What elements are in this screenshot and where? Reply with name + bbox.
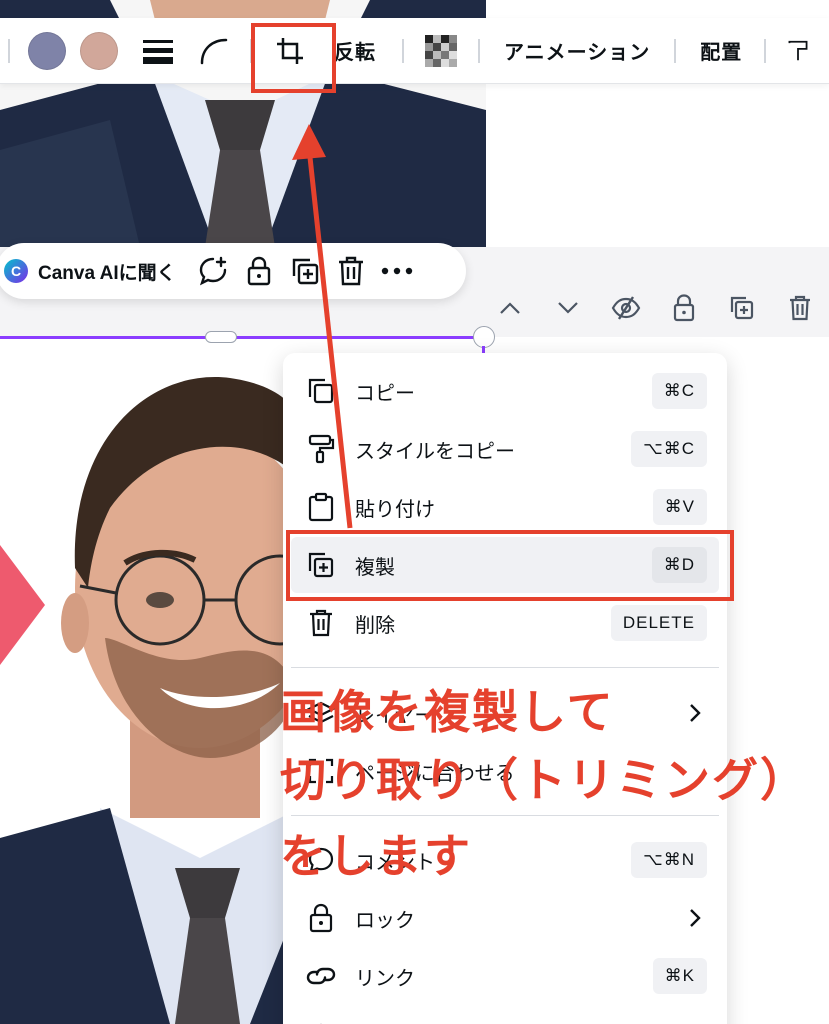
lock-icon bbox=[247, 256, 270, 286]
toolbar-divider bbox=[764, 38, 767, 63]
border-style-icon bbox=[143, 39, 173, 64]
duplicate-icon bbox=[730, 296, 754, 320]
duplicate-page-button[interactable] bbox=[720, 288, 764, 328]
shortcut-badge: ⌘V bbox=[652, 489, 707, 525]
more-dots-icon bbox=[381, 267, 412, 275]
transparency-button[interactable] bbox=[424, 34, 458, 68]
menu-item-paste[interactable]: 貼り付け ⌘V bbox=[291, 479, 719, 535]
chevron-down-icon bbox=[558, 302, 578, 314]
color-swatch-2[interactable] bbox=[80, 31, 118, 70]
more-options-button[interactable] bbox=[374, 251, 420, 291]
flip-button[interactable]: 反転 bbox=[334, 36, 376, 65]
copy-icon bbox=[305, 375, 337, 407]
trash-icon bbox=[790, 295, 810, 321]
menu-item-label: リンク bbox=[355, 967, 415, 990]
delete-button[interactable] bbox=[328, 251, 374, 291]
menu-item-label: スタイルをコピー bbox=[355, 440, 515, 463]
swatch-circle bbox=[28, 31, 66, 70]
corner-radius-button[interactable] bbox=[194, 31, 234, 71]
shortcut-badge: ⌘K bbox=[652, 958, 707, 994]
menu-item-label: コピー bbox=[355, 382, 415, 405]
comment-plus-icon bbox=[199, 256, 226, 286]
lock-button[interactable] bbox=[236, 251, 282, 291]
duplicate-button[interactable] bbox=[282, 251, 328, 291]
menu-item-label: ロック bbox=[355, 909, 415, 932]
duplicate-highlight-box bbox=[286, 530, 734, 601]
shortcut-badge: ⌥⌘N bbox=[631, 842, 707, 878]
toolbar-divider bbox=[674, 38, 677, 63]
toolbar-divider bbox=[402, 38, 404, 63]
element-toolbar: 反転 アニメーション 配置 bbox=[0, 18, 829, 84]
move-page-up-button[interactable] bbox=[488, 288, 532, 328]
menu-item-delete[interactable]: 削除 DELETE bbox=[291, 595, 719, 651]
lock-icon bbox=[673, 294, 695, 322]
animation-button[interactable]: アニメーション bbox=[504, 36, 650, 65]
add-comment-button[interactable] bbox=[190, 251, 236, 291]
menu-divider bbox=[291, 667, 719, 668]
shortcut-badge: ⌥⌘C bbox=[631, 431, 707, 467]
menu-item-link[interactable]: リンク ⌘K bbox=[291, 948, 719, 1004]
more-tools-button[interactable] bbox=[788, 31, 808, 71]
delete-page-button[interactable] bbox=[778, 288, 822, 328]
portrait-photo-duplicate[interactable] bbox=[0, 338, 300, 1024]
menu-item-lock[interactable]: ロック bbox=[291, 890, 719, 946]
menu-item-copy-style[interactable]: スタイルをコピー ⌥⌘C bbox=[291, 421, 719, 477]
menu-item-copy[interactable]: コピー ⌘C bbox=[291, 363, 719, 419]
shortcut-badge: ⌘C bbox=[651, 373, 707, 409]
style-paint-icon bbox=[788, 40, 808, 60]
lock-icon bbox=[305, 902, 337, 934]
swatch-circle bbox=[80, 31, 118, 70]
red-triangle-decoration bbox=[0, 545, 45, 665]
menu-item-more[interactable] bbox=[291, 1008, 719, 1024]
move-page-down-button[interactable] bbox=[546, 288, 590, 328]
shortcut-badge: DELETE bbox=[610, 605, 707, 641]
corner-resize-handle[interactable] bbox=[473, 326, 495, 348]
annotation-text-line-1: 画像を複製して bbox=[280, 686, 615, 738]
chevron-up-icon bbox=[500, 302, 520, 314]
chevron-right-icon bbox=[690, 704, 701, 722]
lock-page-button[interactable] bbox=[662, 288, 706, 328]
resize-handle[interactable] bbox=[205, 331, 237, 343]
corner-radius-icon bbox=[200, 38, 228, 64]
duplicate-icon bbox=[292, 258, 318, 285]
color-swatch-1[interactable] bbox=[28, 31, 66, 70]
circle-icon bbox=[305, 1020, 337, 1024]
canva-ai-logo-icon: C bbox=[4, 259, 28, 283]
position-button[interactable]: 配置 bbox=[700, 36, 742, 65]
trash-icon bbox=[338, 256, 363, 286]
crop-highlight-box bbox=[251, 23, 336, 93]
clipboard-icon bbox=[305, 491, 337, 523]
selection-border bbox=[0, 336, 486, 339]
checkerboard-icon bbox=[425, 34, 457, 67]
annotation-text-line-3: をします bbox=[280, 830, 472, 882]
toolbar-divider bbox=[8, 38, 10, 63]
ask-canva-ai-button[interactable]: Canva AIに聞く bbox=[38, 258, 176, 285]
menu-item-label: 貼り付け bbox=[355, 498, 435, 521]
link-icon bbox=[305, 960, 337, 992]
paint-roller-icon bbox=[305, 433, 337, 465]
hide-page-button[interactable] bbox=[604, 288, 648, 328]
menu-divider bbox=[291, 815, 719, 816]
chevron-right-icon bbox=[690, 909, 701, 927]
toolbar-divider bbox=[478, 38, 480, 63]
floating-action-bar: C Canva AIに聞く bbox=[0, 243, 466, 299]
border-style-button[interactable] bbox=[140, 31, 176, 71]
menu-item-label: 削除 bbox=[355, 614, 395, 637]
eye-off-icon bbox=[611, 296, 641, 320]
trash-icon bbox=[305, 607, 337, 639]
annotation-text-line-2: 切り取り（トリミング） bbox=[280, 754, 808, 806]
